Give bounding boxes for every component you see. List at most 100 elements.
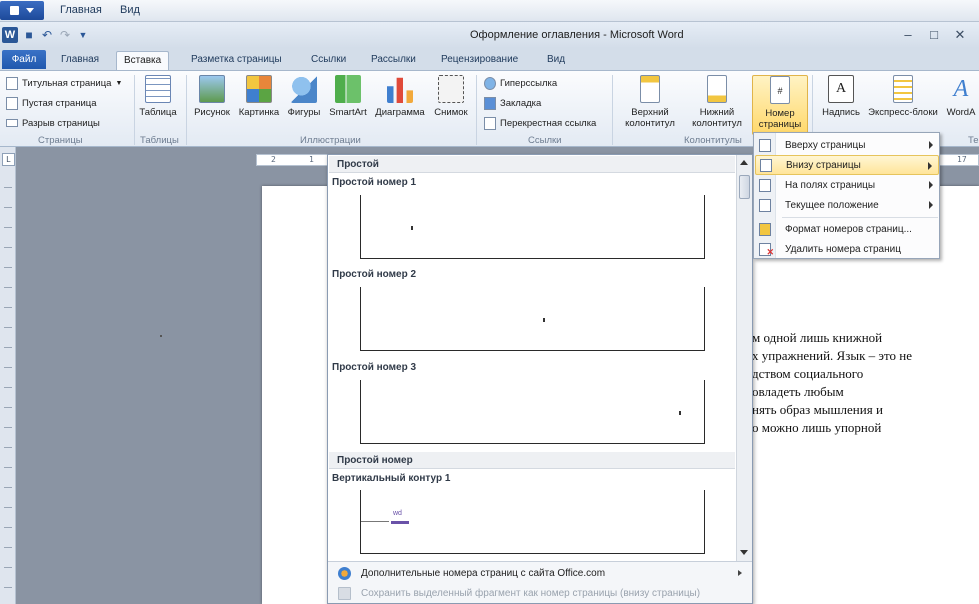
minimize-icon[interactable]: –	[896, 26, 920, 44]
menu-separator	[782, 217, 938, 218]
clipart-button[interactable]: Картинка	[236, 75, 282, 118]
window-title: Оформление оглавления - Microsoft Word	[470, 29, 684, 41]
gallery-item-title: Простой номер 2	[332, 269, 417, 280]
cross-reference-icon	[484, 116, 496, 130]
ribbon-tabs: Файл Главная Вставка Разметка страницы С…	[0, 48, 979, 70]
header-label-line1: Верхний	[631, 107, 669, 118]
menu-item-format-page-numbers[interactable]: Формат номеров страниц...	[755, 219, 939, 239]
format-page-numbers-icon	[759, 222, 771, 236]
tab-mailings[interactable]: Рассылки	[364, 51, 423, 70]
header-icon	[640, 75, 660, 103]
textbox-icon: A	[828, 75, 854, 103]
tab-page-layout[interactable]: Разметка страницы	[184, 51, 289, 70]
cross-reference-label: Перекрестная ссылка	[500, 117, 597, 129]
textbox-button[interactable]: A Надпись	[818, 75, 864, 118]
menu-item-bottom-of-page[interactable]: Внизу страницы	[755, 155, 939, 175]
save-selection-as-page-number-button[interactable]: Сохранить выделенный фрагмент как номер …	[328, 583, 752, 603]
blank-page-label: Пустая страница	[22, 97, 97, 109]
page-number-mark	[679, 411, 681, 415]
wordart-button[interactable]: A WordA	[944, 75, 978, 118]
quick-parts-button[interactable]: Экспресс-блоки	[866, 75, 940, 118]
smartart-button[interactable]: SmartArt	[326, 75, 370, 118]
maximize-icon[interactable]: □	[922, 26, 946, 44]
table-icon	[145, 75, 171, 103]
table-label: Таблица	[139, 107, 177, 118]
blank-page-button[interactable]: Пустая страница	[6, 94, 96, 112]
shapes-icon	[291, 75, 317, 103]
tab-insert[interactable]: Вставка	[116, 51, 170, 70]
ruler-number: 17	[957, 155, 967, 164]
page-break-icon	[6, 119, 18, 127]
footer-label-line1: Нижний	[699, 107, 735, 118]
tab-file[interactable]: Файл	[2, 50, 46, 69]
undo-icon[interactable]: ↶	[40, 28, 54, 42]
scroll-down-icon[interactable]	[740, 550, 748, 555]
cover-page-icon	[6, 76, 18, 90]
bookmark-button[interactable]: Закладка	[484, 94, 541, 112]
gallery-item-title: Простой номер 1	[332, 177, 417, 188]
tab-view[interactable]: Вид	[540, 51, 572, 70]
chevron-right-icon	[929, 141, 933, 149]
group-label-text: Те	[968, 135, 979, 146]
quick-parts-label: Экспресс-блоки	[868, 107, 938, 118]
tab-references[interactable]: Ссылки	[304, 51, 353, 70]
header-button[interactable]: Верхний колонтитул	[618, 75, 682, 129]
document-text-line[interactable]: х упражнений. Язык – это не	[752, 348, 912, 364]
ruler-number: 2	[271, 155, 276, 164]
host-menu-home[interactable]: Главная	[60, 4, 102, 16]
redo-icon[interactable]: ↷	[58, 28, 72, 42]
footer-button[interactable]: Нижний колонтитул	[684, 75, 750, 129]
window-icon	[10, 6, 19, 15]
document-text-line[interactable]: о можно лишь упорной	[752, 420, 881, 436]
document-text-line[interactable]: нять образ мышления и	[752, 402, 883, 418]
host-menu-view[interactable]: Вид	[120, 4, 140, 16]
picture-label: Рисунок	[194, 107, 230, 118]
gallery-thumbnail-plain-3[interactable]	[360, 380, 705, 444]
shapes-button[interactable]: Фигуры	[284, 75, 324, 118]
current-position-icon	[759, 198, 771, 212]
gallery-thumbnail-plain-2[interactable]	[360, 287, 705, 351]
shapes-label: Фигуры	[287, 107, 321, 118]
globe-link-icon	[484, 76, 496, 90]
menu-item-current-position[interactable]: Текущее положение	[755, 195, 939, 215]
page-number-label-line2: страницы	[758, 119, 802, 130]
page-number-mark	[411, 226, 413, 230]
menu-item-page-margins[interactable]: На полях страницы	[755, 175, 939, 195]
group-label-pages: Страницы	[38, 135, 83, 146]
hyperlink-button[interactable]: Гиперссылка	[484, 74, 557, 92]
page-number-mark	[543, 318, 545, 322]
scroll-up-icon[interactable]	[740, 160, 748, 165]
save-icon[interactable]: ■	[22, 28, 36, 42]
chart-button[interactable]: Диаграмма	[372, 75, 428, 118]
tab-review[interactable]: Рецензирование	[434, 51, 525, 70]
remove-page-numbers-icon: ✕	[759, 242, 774, 257]
gallery-thumbnail-vertical-outline-1[interactable]: wd	[360, 490, 705, 554]
clipart-label: Картинка	[238, 107, 280, 118]
tab-stop-selector[interactable]: L	[2, 153, 15, 166]
cover-page-button[interactable]: Титульная страница ▼	[6, 74, 122, 92]
more-page-numbers-office-button[interactable]: Дополнительные номера страниц с сайта Of…	[328, 563, 752, 583]
top-of-page-icon	[759, 138, 771, 152]
document-text-line[interactable]: дством социального	[752, 366, 863, 382]
tab-home[interactable]: Главная	[54, 51, 106, 70]
menu-item-remove-page-numbers[interactable]: ✕ Удалить номера страниц	[755, 239, 939, 259]
page-number-button[interactable]: # Номер страницы	[752, 75, 808, 135]
gallery-scrollbar[interactable]	[736, 155, 752, 561]
menu-item-top-of-page[interactable]: Вверху страницы	[755, 135, 939, 155]
menu-item-label: Вверху страницы	[785, 139, 866, 151]
page-break-button[interactable]: Разрыв страницы	[6, 114, 100, 132]
gallery-thumbnail-plain-1[interactable]	[360, 195, 705, 259]
group-label-tables: Таблицы	[140, 135, 179, 146]
document-text-line[interactable]: м одной лишь книжной	[752, 330, 882, 346]
screenshot-button[interactable]: Снимок	[430, 75, 472, 118]
customize-icon[interactable]: ▼	[76, 28, 90, 42]
cross-reference-button[interactable]: Перекрестная ссылка	[484, 114, 596, 132]
document-text-line[interactable]: овладеть любым	[752, 384, 844, 400]
scrollbar-thumb[interactable]	[739, 175, 750, 199]
close-icon[interactable]: ✕	[948, 26, 972, 44]
host-app-menu-button[interactable]	[0, 1, 44, 20]
table-button[interactable]: Таблица	[139, 75, 177, 118]
picture-button[interactable]: Рисунок	[192, 75, 232, 118]
gallery-item-title: Простой номер 3	[332, 362, 417, 373]
footer-label-line2: колонтитул	[692, 118, 742, 129]
